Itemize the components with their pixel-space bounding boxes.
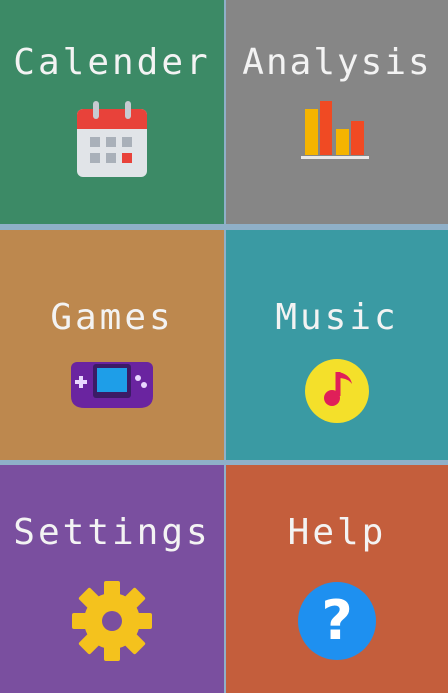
tile-help[interactable]: Help ? bbox=[226, 465, 448, 693]
music-note-icon bbox=[304, 358, 370, 424]
bar-chart-icon bbox=[301, 101, 373, 163]
tile-label: Settings bbox=[13, 512, 211, 553]
tile-label: Music bbox=[275, 297, 399, 338]
menu-grid: Calender Analysis Games Music Settings H… bbox=[0, 0, 448, 693]
tile-label: Analysis bbox=[242, 42, 432, 83]
tile-analysis[interactable]: Analysis bbox=[226, 0, 448, 224]
tile-label: Games bbox=[50, 297, 174, 338]
help-icon: ? bbox=[297, 581, 377, 661]
svg-text:?: ? bbox=[321, 589, 352, 652]
gear-icon bbox=[70, 581, 154, 661]
calendar-icon bbox=[75, 101, 149, 179]
tile-settings[interactable]: Settings bbox=[0, 465, 224, 693]
tile-games[interactable]: Games bbox=[0, 230, 224, 460]
tile-label: Help bbox=[287, 512, 387, 553]
tile-music[interactable]: Music bbox=[226, 230, 448, 460]
tile-calender[interactable]: Calender bbox=[0, 0, 224, 224]
tile-label: Calender bbox=[13, 42, 211, 83]
game-console-icon bbox=[71, 358, 153, 410]
